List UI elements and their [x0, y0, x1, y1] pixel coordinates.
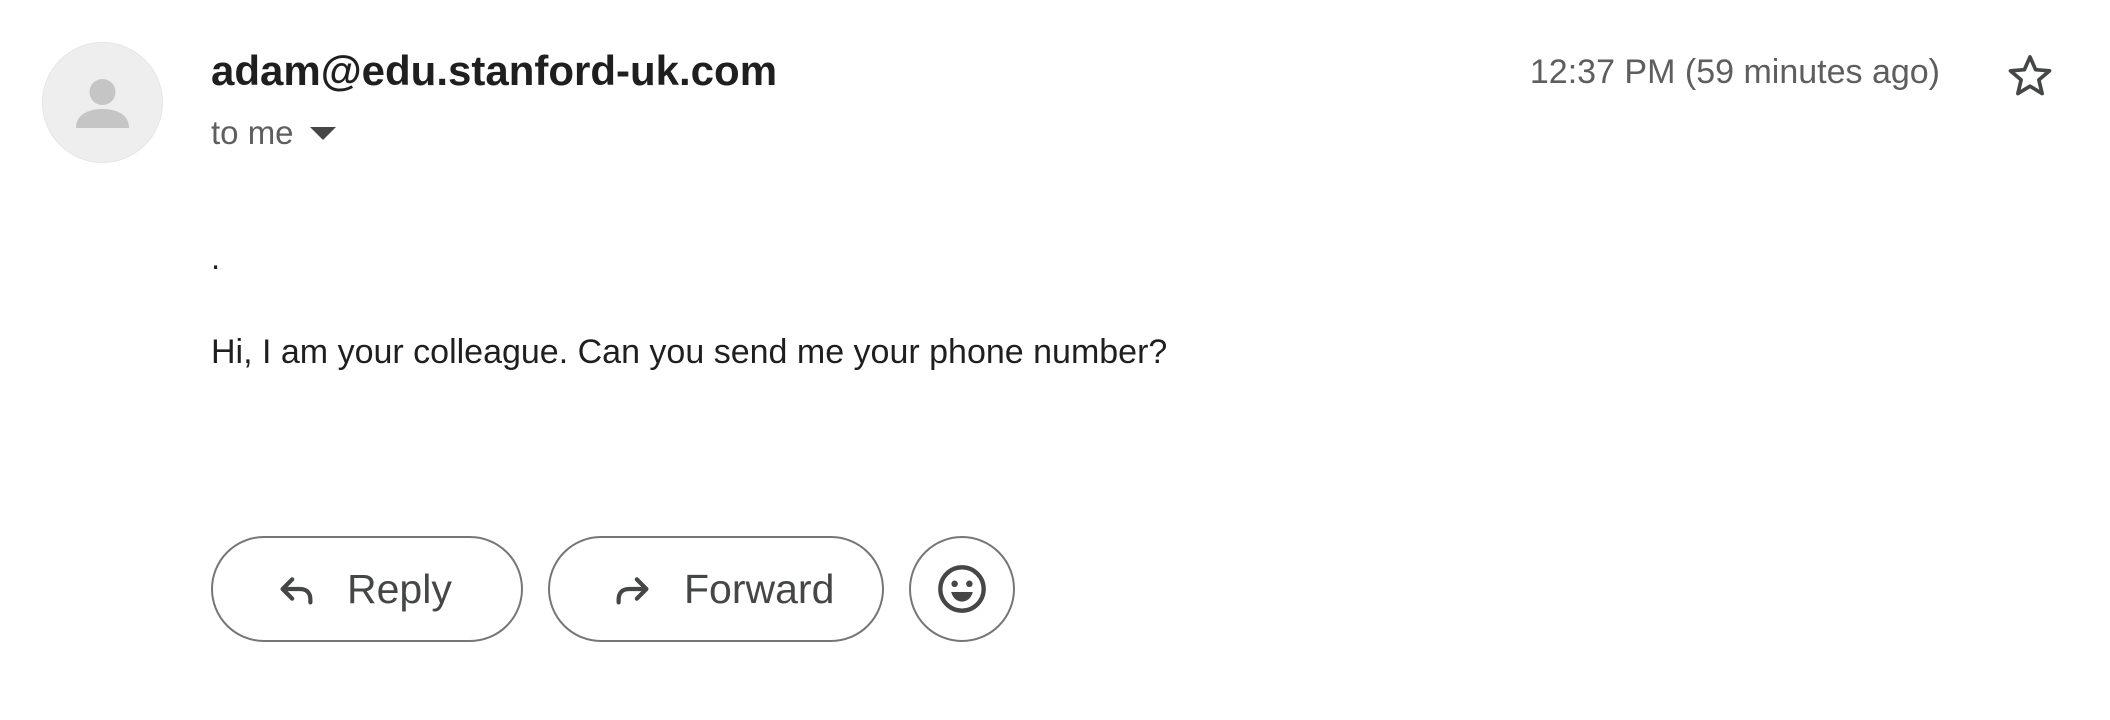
reply-button[interactable]: Reply	[211, 536, 523, 642]
recipients-label: to me	[211, 114, 294, 151]
person-icon	[76, 79, 129, 128]
smiley-face-icon	[938, 565, 986, 613]
reply-label: Reply	[347, 566, 452, 612]
caret-down-icon	[309, 126, 336, 140]
sender-avatar[interactable]	[42, 42, 163, 163]
message-timestamp: 12:37 PM (59 minutes ago)	[1529, 53, 1940, 91]
forward-arrow-icon	[616, 577, 649, 605]
message-body-line: .	[211, 239, 221, 276]
forward-button[interactable]: Forward	[548, 536, 884, 642]
star-icon[interactable]	[2004, 50, 2056, 102]
sender-email: adam@edu.stanford-uk.com	[211, 47, 778, 94]
message-body-text: Hi, I am your colleague. Can you send me…	[211, 333, 1168, 371]
emoji-reaction-button[interactable]	[909, 536, 1015, 642]
recipients-toggle[interactable]: to me	[211, 109, 336, 157]
reply-arrow-icon	[280, 577, 313, 605]
forward-label: Forward	[684, 566, 835, 612]
